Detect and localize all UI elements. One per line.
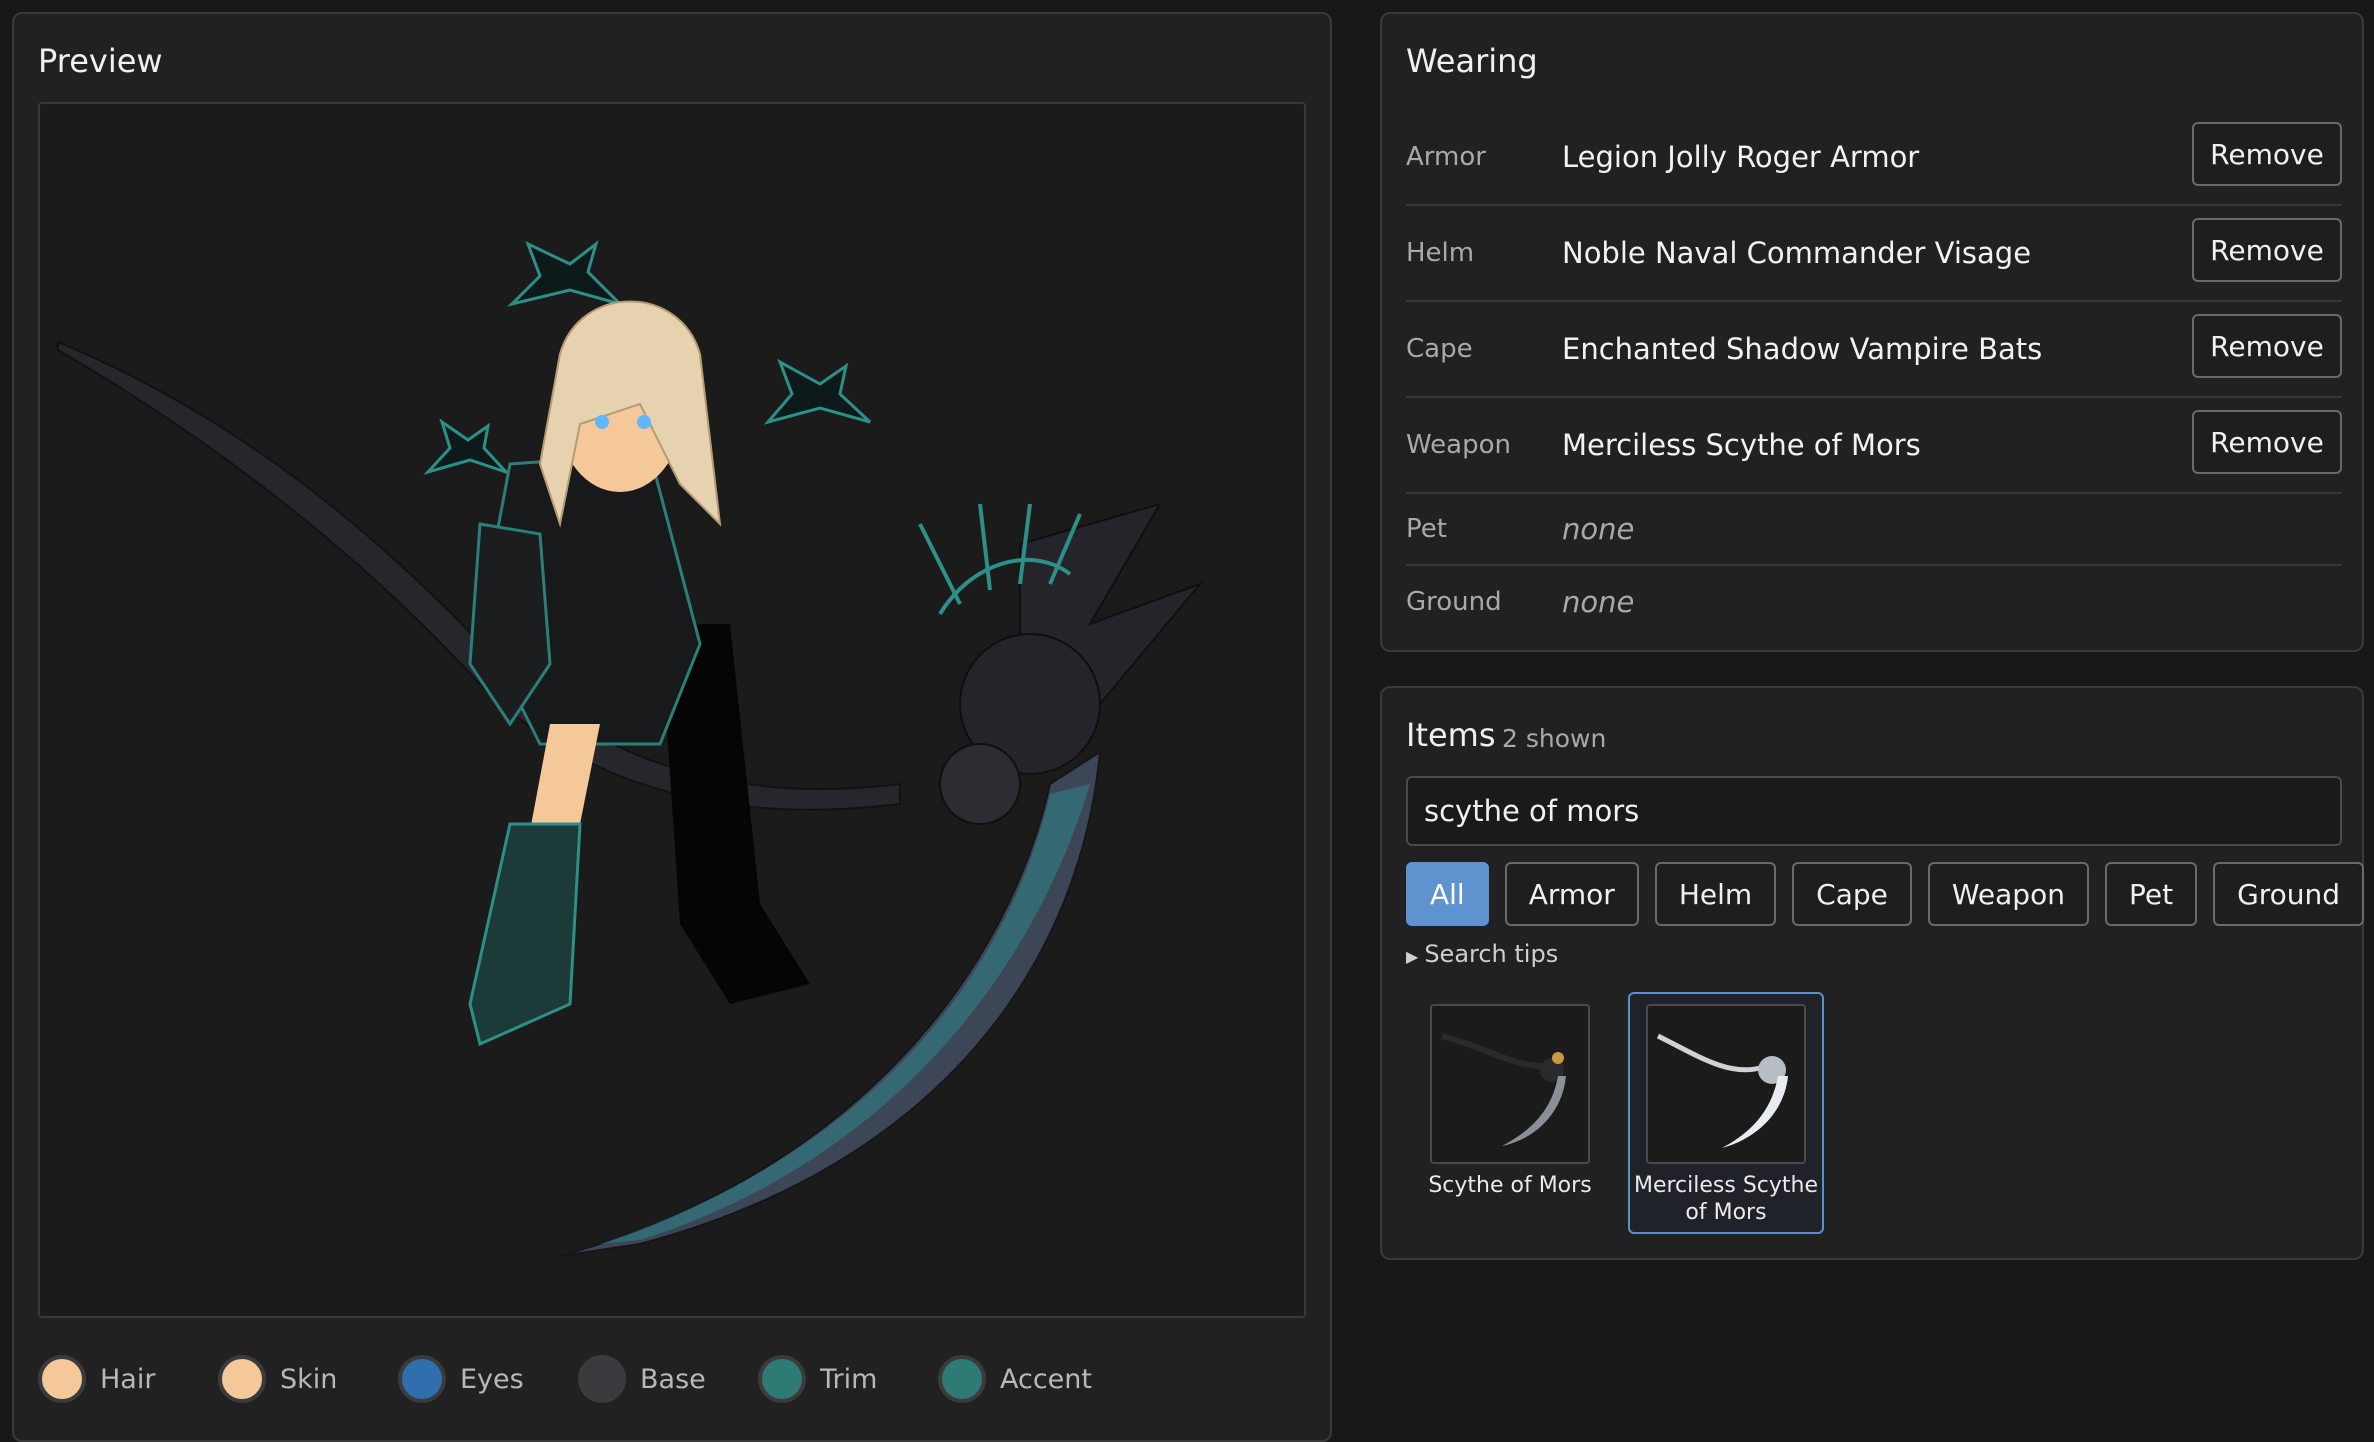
swatch-label: Accent [1000, 1363, 1092, 1395]
wearing-title: Wearing [1406, 42, 1538, 80]
filter-helm-button[interactable]: Helm [1654, 862, 1777, 926]
swatch-eyes[interactable]: Eyes [398, 1352, 578, 1406]
color-swatch-dot[interactable] [218, 1355, 266, 1403]
scythe-icon [1430, 1004, 1590, 1164]
search-tips-toggle[interactable]: ▶ Search tips [1406, 940, 1558, 968]
item-results: Scythe of Mors Merciless Scythe of Mors [1412, 992, 1844, 1234]
swatch-label: Trim [820, 1363, 878, 1395]
wear-row-weapon: Weapon Merciless Scythe of Mors Remove [1406, 398, 2342, 494]
wear-row-cape: Cape Enchanted Shadow Vampire Bats Remov… [1406, 302, 2342, 398]
filter-tabs: All Armor Helm Cape Weapon Pet Ground [1406, 862, 2374, 926]
filter-weapon-button[interactable]: Weapon [1927, 862, 2089, 926]
swatch-skin[interactable]: Skin [218, 1352, 398, 1406]
wear-slot-label: Armor [1406, 142, 1486, 172]
remove-weapon-button[interactable]: Remove [2192, 410, 2342, 474]
filter-pet-button[interactable]: Pet [2104, 862, 2198, 926]
swatch-label: Skin [280, 1363, 338, 1395]
search-input[interactable]: scythe of mors [1406, 776, 2342, 846]
filter-ground-button[interactable]: Ground [2213, 862, 2365, 926]
wear-row-helm: Helm Noble Naval Commander Visage Remove [1406, 206, 2342, 302]
wear-slot-label: Pet [1406, 514, 1447, 544]
color-swatch-dot[interactable] [38, 1355, 86, 1403]
items-panel: Items 2 shown scythe of mors All Armor Hel… [1380, 686, 2365, 1260]
wear-slot-label: Helm [1406, 238, 1475, 268]
bat-icon [507, 240, 626, 307]
color-swatch-dot[interactable] [758, 1355, 806, 1403]
character-render [57, 240, 1204, 1257]
search-tips-label: Search tips [1424, 940, 1559, 968]
filter-armor-button[interactable]: Armor [1504, 862, 1639, 926]
swatch-label: Base [640, 1363, 706, 1395]
filter-cape-button[interactable]: Cape [1792, 862, 1912, 926]
wear-item-name: none [1562, 585, 1635, 619]
scythe-icon [1646, 1004, 1806, 1164]
swatch-label: Eyes [460, 1363, 524, 1395]
swatch-label: Hair [100, 1363, 156, 1395]
color-swatch-dot[interactable] [398, 1355, 446, 1403]
swatch-trim[interactable]: Trim [758, 1352, 938, 1406]
wear-row-pet: Pet none [1406, 494, 2342, 566]
wear-item-name: none [1562, 512, 1635, 546]
filter-all-button[interactable]: All [1406, 862, 1489, 926]
color-swatch-dot[interactable] [578, 1355, 626, 1403]
wear-row-armor: Armor Legion Jolly Roger Armor Remove [1406, 110, 2342, 206]
swatch-base[interactable]: Base [578, 1352, 758, 1406]
wear-slot-label: Weapon [1406, 430, 1512, 460]
items-title: Items [1406, 716, 1496, 754]
item-card-name: Scythe of Mors [1428, 1173, 1592, 1198]
item-card[interactable]: Merciless Scythe of Mors [1628, 992, 1824, 1234]
wearing-panel: Wearing Armor Legion Jolly Roger Armor R… [1380, 12, 2364, 652]
remove-armor-button[interactable]: Remove [2192, 122, 2342, 186]
remove-helm-button[interactable]: Remove [2192, 218, 2342, 282]
items-count: 2 shown [1502, 724, 1607, 753]
triangle-right-icon: ▶ [1406, 947, 1419, 966]
wear-slot-label: Ground [1406, 587, 1502, 617]
item-card-name: Merciless Scythe of Mors [1633, 1173, 1819, 1225]
color-swatch-dot[interactable] [938, 1355, 986, 1403]
preview-panel: Preview Hair Skin Eyes Base Trim Accent [12, 12, 1332, 1442]
wear-slot-label: Cape [1406, 334, 1473, 364]
swatch-hair[interactable]: Hair [38, 1352, 218, 1406]
color-swatches: Hair Skin Eyes Base Trim Accent [38, 1352, 1118, 1406]
wear-row-ground: Ground none [1406, 566, 2342, 638]
bat-icon [423, 418, 512, 476]
preview-title: Preview [38, 42, 163, 80]
bat-icon [763, 358, 872, 425]
wearing-list: Armor Legion Jolly Roger Armor Remove He… [1406, 110, 2342, 638]
swatch-accent[interactable]: Accent [938, 1352, 1118, 1406]
item-card[interactable]: Scythe of Mors [1412, 992, 1608, 1234]
remove-cape-button[interactable]: Remove [2192, 314, 2342, 378]
character-preview [38, 102, 1306, 1318]
